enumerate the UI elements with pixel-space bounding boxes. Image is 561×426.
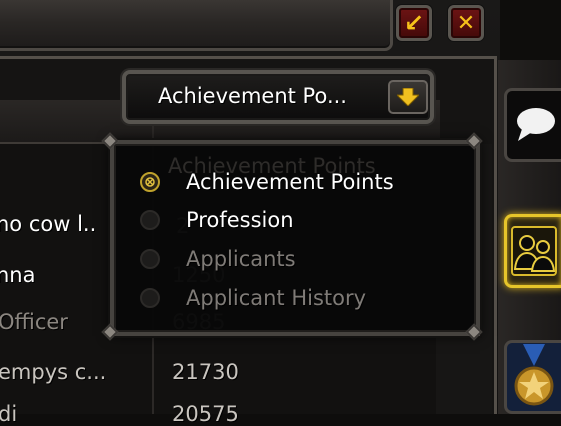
member-name-cell: no cow l.. [0, 212, 97, 236]
member-name-cell: di [0, 402, 18, 426]
radio-unchecked-icon [140, 288, 160, 308]
menu-item-profession[interactable]: Profession [140, 202, 460, 238]
member-points-cell: 20575 [172, 402, 239, 426]
title-bar [0, 0, 393, 51]
menu-item-label: Achievement Points [186, 170, 394, 194]
minimize-arrow-icon: ↙ [403, 9, 425, 37]
arrow-down-icon [397, 88, 419, 106]
radio-unchecked-icon [140, 249, 160, 269]
menu-item-label: Applicants [186, 247, 296, 271]
member-name-cell: nna [0, 263, 36, 287]
close-icon: ✕ [456, 10, 476, 36]
member-name-cell: empys c... [0, 360, 107, 384]
dropdown-selected-label: Achievement Po... [158, 84, 347, 108]
radio-unchecked-icon [140, 210, 160, 230]
menu-item-label: Profession [186, 208, 294, 232]
dropdown-toggle-button[interactable] [388, 80, 428, 114]
menu-item-achievement-points[interactable]: Achievement Points [140, 164, 460, 200]
chat-tab-button[interactable] [504, 88, 561, 162]
achievement-medal-icon [514, 344, 554, 406]
chat-bubble-icon [517, 108, 555, 141]
menu-item-applicants: Applicants [140, 241, 460, 277]
member-points-cell: 21730 [172, 360, 239, 384]
member-name-cell: Officer [0, 310, 68, 334]
minimize-button[interactable]: ↙ [396, 5, 432, 41]
guild-roster-tab-button[interactable] [504, 214, 561, 288]
radio-checked-icon [140, 172, 160, 192]
achievements-tab-button[interactable] [504, 340, 561, 414]
close-button[interactable]: ✕ [448, 5, 484, 41]
menu-item-label: Applicant History [186, 286, 367, 310]
menu-item-applicant-history: Applicant History [140, 280, 460, 316]
guild-members-icon [511, 226, 557, 276]
